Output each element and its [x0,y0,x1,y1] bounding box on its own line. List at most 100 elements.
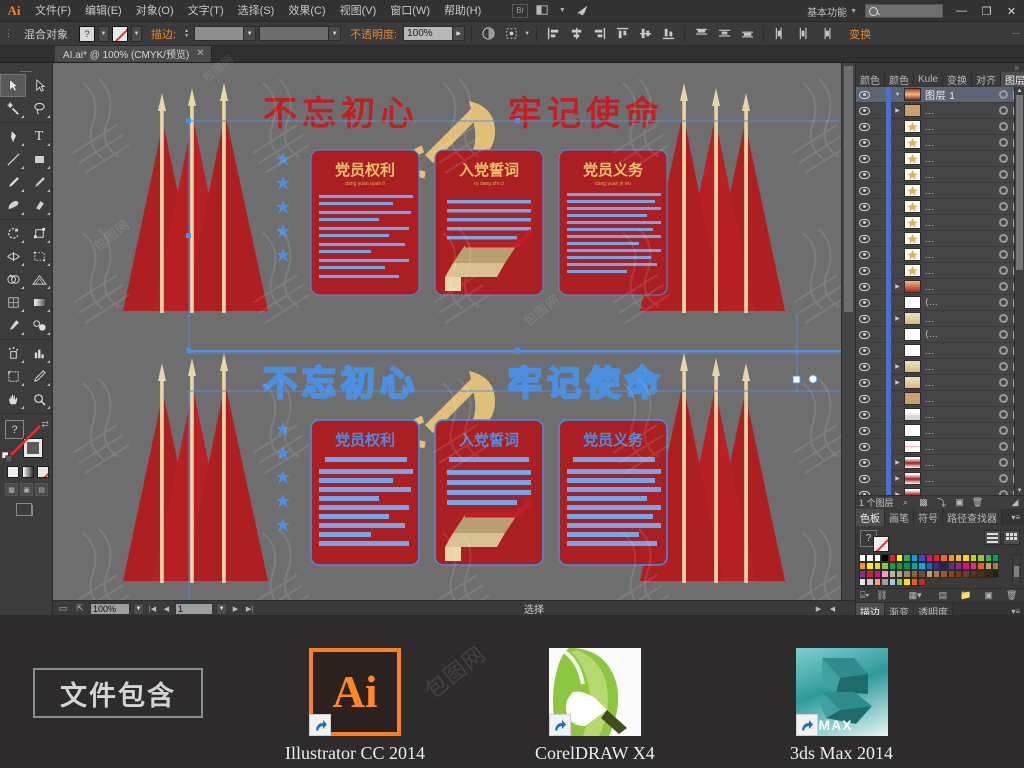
visibility-toggle-icon[interactable] [856,106,872,115]
swatch-cell[interactable] [984,562,993,570]
visibility-toggle-icon[interactable] [856,122,872,131]
draw-inside-icon[interactable]: ▤ [35,483,48,496]
swatch-cell[interactable] [873,570,882,578]
artboard-tool[interactable] [0,365,26,388]
document-tab-close-icon[interactable]: ✕ [196,48,204,59]
distribute-bottom-icon[interactable] [737,24,757,44]
swatch-cell[interactable] [866,562,874,570]
color-mode-gradient[interactable] [22,466,34,478]
magic-wand-tool[interactable] [0,97,26,120]
draw-behind-icon[interactable]: ▣ [20,483,33,496]
disclosure-triangle-icon[interactable]: ▶ [891,315,904,322]
stroke-weight-stepper[interactable]: ▲ ▼ [182,26,191,42]
make-clipping-mask-icon[interactable]: ▩ [918,497,930,509]
layer-row[interactable]: ... [856,230,1024,247]
swatch-cell[interactable] [866,554,874,562]
workspace-label[interactable]: 基本功能 [804,4,850,19]
eyedropper-tool[interactable] [0,314,26,337]
visibility-toggle-icon[interactable] [856,362,872,371]
visibility-toggle-icon[interactable] [856,394,872,403]
opacity-field[interactable]: 100% ▶ [403,26,466,41]
workspace-caret-icon[interactable]: ▼ [850,8,865,15]
layer-row[interactable]: ... [856,198,1024,215]
target-indicator-icon[interactable] [996,106,1010,115]
stroke-weight-field[interactable]: ▼ [194,26,257,41]
tab-kuler[interactable]: Kule [914,72,944,87]
visibility-toggle-icon[interactable] [856,458,872,467]
layer-row[interactable]: ▶... [856,374,1024,391]
layer-row-root[interactable]: ▼ 图层 1 [856,87,1024,103]
direct-selection-tool[interactable] [26,74,52,97]
visibility-toggle-icon[interactable] [856,474,872,483]
pen-tool[interactable] [0,125,26,148]
menu-select[interactable]: 选择(S) [231,0,282,22]
tab-symbols[interactable]: 符号 [914,509,943,526]
target-indicator-icon[interactable] [996,298,1010,307]
layer-row[interactable]: ... [856,134,1024,151]
swatch-cell[interactable] [992,554,1000,562]
swatch-cell[interactable] [873,578,882,586]
visibility-toggle-icon[interactable] [856,186,872,195]
swatch-cell[interactable] [962,570,970,578]
control-bar-overflow-icon[interactable]: ⋯ [1012,29,1020,38]
target-indicator-icon[interactable] [996,234,1010,243]
distribute-top-icon[interactable] [691,24,711,44]
swatch-cell[interactable] [903,578,911,586]
layers-scrollbar[interactable]: ▲ ▼ [1014,87,1024,495]
target-indicator-icon[interactable] [996,362,1010,371]
default-fill-stroke-icon[interactable] [1,450,13,463]
color-mode-none[interactable] [37,466,49,478]
tab-pathfinder[interactable]: 路径查找器 [943,509,1002,526]
distribute-left-icon[interactable] [770,24,790,44]
gradient-tool[interactable] [26,291,52,314]
layer-row[interactable]: ... [856,150,1024,167]
target-indicator-icon[interactable] [996,170,1010,179]
swatch-cell[interactable] [932,554,941,562]
swatch-cell[interactable] [947,554,956,562]
layer-row[interactable]: ▶... [856,486,1024,495]
swatch-cell[interactable] [969,562,978,570]
swatch-cell[interactable] [895,570,904,578]
target-indicator-icon[interactable] [996,122,1010,131]
layer-row[interactable]: ▶... [856,278,1024,295]
tab-transform[interactable]: 变换 [943,72,973,87]
swatch-cell[interactable] [984,554,993,562]
visibility-toggle-icon[interactable] [856,234,872,243]
swatch-cell[interactable] [881,570,889,578]
edit-artboards-icon[interactable]: ▭ [56,603,70,615]
swatch-cell[interactable] [895,578,904,586]
stroke-caret-icon[interactable]: ▼ [131,25,142,42]
visibility-toggle-icon[interactable] [856,490,872,495]
disclosure-triangle-icon[interactable]: ▶ [891,283,904,290]
align-right-icon[interactable] [589,24,609,44]
tab-layers[interactable]: 图层 [1001,72,1024,87]
scale-tool[interactable] [26,222,52,245]
layer-row[interactable]: ... [856,166,1024,183]
swatch-cell[interactable] [969,570,978,578]
swatches-scrollbar[interactable] [1012,554,1021,586]
disclosure-triangle-icon[interactable]: ▶ [891,363,904,370]
swatch-cell[interactable] [888,562,896,570]
disclosure-triangle-icon[interactable]: ▶ [891,491,904,495]
swatch-cell[interactable] [977,562,985,570]
align-left-icon[interactable] [543,24,563,44]
layer-row[interactable]: ... [856,406,1024,423]
stroke-profile-field[interactable]: ▼ [259,26,342,41]
swatch-cell[interactable] [940,554,948,562]
target-indicator-icon[interactable] [996,394,1010,403]
disclosure-triangle-icon[interactable]: ▶ [891,379,904,386]
first-artboard-button[interactable]: |◀ [147,603,158,615]
canvas-area[interactable]: 不忘初心 牢记使命 [53,63,855,616]
tab-color[interactable]: 颜色 [856,72,885,87]
zoom-tool[interactable] [26,388,52,411]
menu-object[interactable]: 对象(O) [129,0,181,22]
align-top-icon[interactable] [612,24,632,44]
zoom-level-field[interactable]: 100% [90,602,130,615]
swatch-cell[interactable] [955,570,963,578]
visibility-toggle-icon[interactable] [856,314,872,323]
target-indicator-icon[interactable] [996,250,1010,259]
menu-file[interactable]: 文件(F) [28,0,78,22]
layer-row[interactable]: ... [856,214,1024,231]
swatch-delete-icon[interactable]: 🗑 [1006,590,1017,601]
screen-mode-toggle[interactable] [0,496,52,516]
